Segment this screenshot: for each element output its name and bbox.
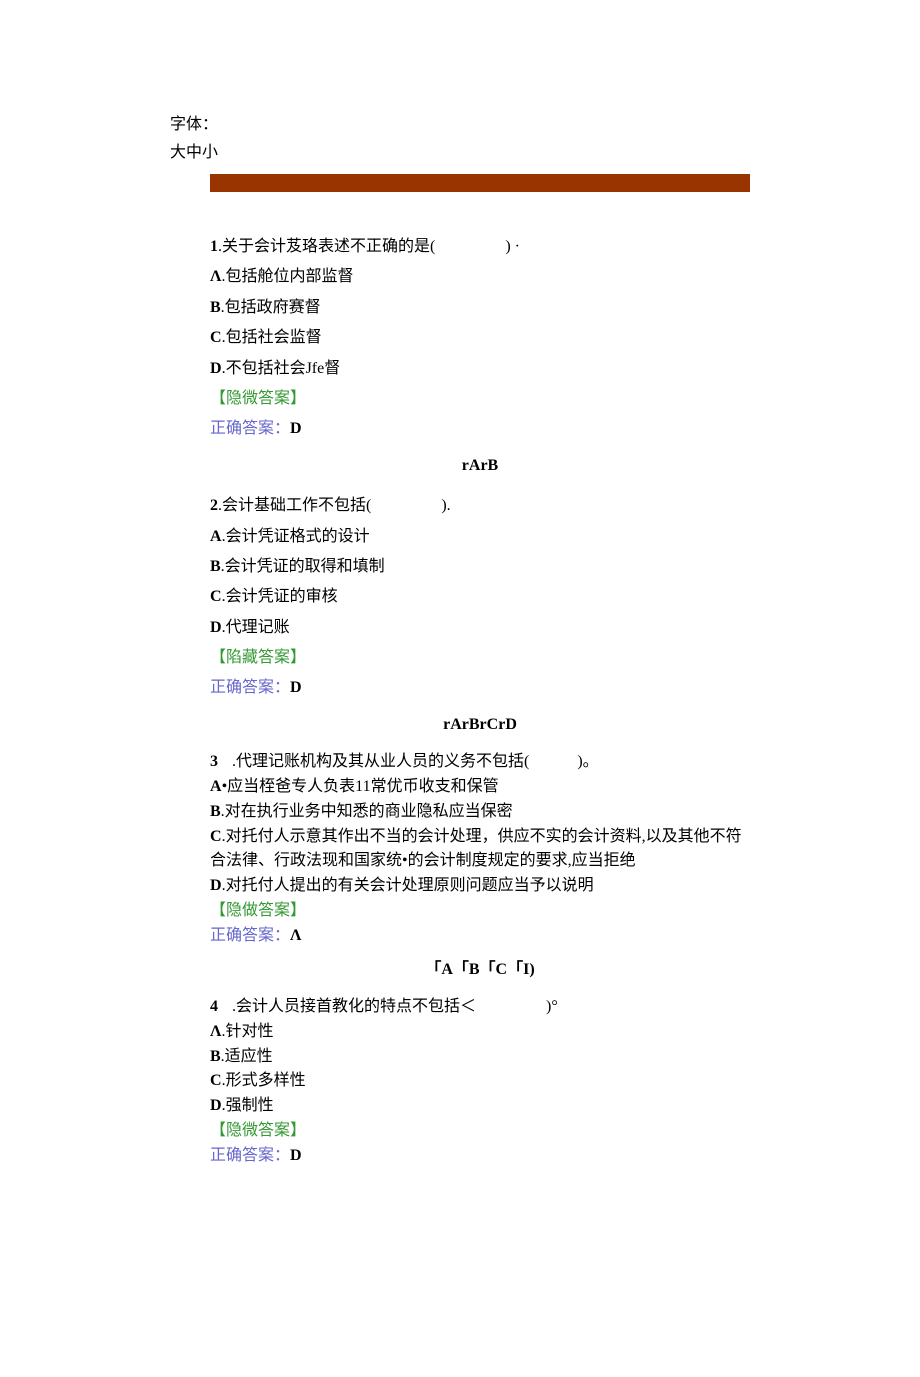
option-a: Λ.针对性 <box>210 1020 750 1045</box>
correct-label: 正确答案： <box>210 679 290 696</box>
toggle-answer-link[interactable]: 【隐微答案】 <box>210 384 750 414</box>
option-b: B.对在执行业务中知悉的商业隐私应当保密 <box>210 800 750 825</box>
correct-label: 正确答案： <box>210 927 290 944</box>
option-text: .针对性 <box>221 1023 273 1040</box>
option-text: .会计凭证的审核 <box>222 588 338 605</box>
option-key: C <box>210 828 222 845</box>
option-text: .形式多样性 <box>222 1072 306 1089</box>
option-key: D <box>210 877 222 894</box>
option-a: A.会计凭证格式的设计 <box>210 522 750 552</box>
option-text: .对托付人提出的有关会计处理原则问题应当予以说明 <box>222 877 594 894</box>
option-d: D.代理记账 <box>210 613 750 643</box>
toggle-answer-link[interactable]: 【隐微答案】 <box>210 1119 750 1144</box>
correct-label: 正确答案： <box>210 420 290 437</box>
question-3: 3 .代理记账机构及其从业人员的义务不包括( )。 A•应当桎爸专人负表11常优币收… <box>210 750 750 985</box>
option-text: .对托付人示意其作出不当的会计处理，供应不实的会计资料,以及其他不符合法律、行政… <box>210 828 742 870</box>
stem-post: ). <box>441 497 450 514</box>
option-text: .包括社会监督 <box>222 329 322 346</box>
question-2: 2.会计基础工作不包括(). A.会计凭证格式的设计 B.会计凭证的取得和填制 … <box>210 491 750 740</box>
stem-pre: .会计基础工作不包括( <box>218 497 371 514</box>
option-key: B <box>210 1048 221 1065</box>
option-text: .包括舱位内部监督 <box>221 268 353 285</box>
option-key: C <box>210 1072 222 1089</box>
option-text: .适应性 <box>221 1048 273 1065</box>
option-text: .会计凭证的取得和填制 <box>221 558 385 575</box>
correct-label: 正确答案： <box>210 1147 290 1164</box>
question-stem: 2.会计基础工作不包括(). <box>210 491 750 521</box>
correct-answer: 正确答案：Λ <box>210 924 750 949</box>
toggle-answer-link[interactable]: 【陷藏答案】 <box>210 643 750 673</box>
option-d: D.对托付人提出的有关会计处理原则问题应当予以说明 <box>210 874 750 899</box>
option-b: B.会计凭证的取得和填制 <box>210 552 750 582</box>
toggle-answer-link[interactable]: 【隐做答案】 <box>210 899 750 924</box>
correct-value: D <box>290 1147 302 1164</box>
font-size-links[interactable]: 大中小 <box>170 138 750 162</box>
stem-post: ) · <box>505 238 520 255</box>
stem-pre: .代理记账机构及其从业人员的义务不包括( <box>232 753 529 770</box>
option-text: .代理记账 <box>222 619 290 636</box>
option-text: .包括政府赛督 <box>221 299 321 316</box>
option-d: D.强制性 <box>210 1094 750 1119</box>
answer-bubbles: rArB <box>210 451 750 481</box>
stem-post: )° <box>546 998 558 1015</box>
option-key: Λ <box>210 1023 221 1040</box>
option-key: D <box>210 360 222 377</box>
correct-answer: 正确答案：D <box>210 414 750 444</box>
option-text: .会计凭证格式的设计 <box>222 528 370 545</box>
question-stem: 4 .会计人员接首教化的特点不包括＜ )° <box>210 995 750 1020</box>
option-key: Λ <box>210 268 221 285</box>
question-number: 1 <box>210 238 218 255</box>
correct-value: D <box>290 679 302 696</box>
font-label: 字体： <box>170 110 750 134</box>
option-c: C.形式多样性 <box>210 1069 750 1094</box>
option-key: A <box>210 778 222 795</box>
option-text: •应当桎爸专人负表11常优币收支和保管 <box>222 778 499 795</box>
option-key: B <box>210 558 221 575</box>
correct-value: D <box>290 420 302 437</box>
correct-value: Λ <box>290 927 301 944</box>
correct-answer: 正确答案：D <box>210 673 750 703</box>
option-text: .对在执行业务中知悉的商业隐私应当保密 <box>221 803 513 820</box>
option-key: C <box>210 588 222 605</box>
stem-pre: .关于会计芨珞表述不正确的是( <box>218 238 435 255</box>
option-text: .强制性 <box>222 1097 274 1114</box>
option-key: D <box>210 1097 222 1114</box>
question-number: 3 <box>210 753 218 770</box>
content-area: 1.关于会计芨珞表述不正确的是() · Λ.包括舱位内部监督 B.包括政府赛督 … <box>210 232 750 1169</box>
section-bar <box>210 174 750 192</box>
answer-bubbles: 「A「B「C「I) <box>210 955 750 985</box>
stem-post: )。 <box>577 753 598 770</box>
option-c: C.包括社会监督 <box>210 323 750 353</box>
question-number: 4 <box>210 998 218 1015</box>
option-c: C.对托付人示意其作出不当的会计处理，供应不实的会计资料,以及其他不符合法律、行… <box>210 825 750 875</box>
option-a: A•应当桎爸专人负表11常优币收支和保管 <box>210 775 750 800</box>
question-stem: 3 .代理记账机构及其从业人员的义务不包括( )。 <box>210 750 750 775</box>
stem-pre: .会计人员接首教化的特点不包括＜ <box>232 998 476 1015</box>
option-key: B <box>210 299 221 316</box>
option-c: C.会计凭证的审核 <box>210 582 750 612</box>
option-a: Λ.包括舱位内部监督 <box>210 262 750 292</box>
question-4: 4.会计人员接首教化的特点不包括＜)° Λ.针对性 B.适应性 C.形式多样性 … <box>210 995 750 1169</box>
question-number: 2 <box>210 497 218 514</box>
answer-bubbles: rArBrCrD <box>210 710 750 740</box>
option-text: .不包括社会Jfe督 <box>222 360 341 377</box>
option-b: B.包括政府赛督 <box>210 293 750 323</box>
option-key: B <box>210 803 221 820</box>
correct-answer: 正确答案：D <box>210 1144 750 1169</box>
question-1: 1.关于会计芨珞表述不正确的是() · Λ.包括舱位内部监督 B.包括政府赛督 … <box>210 232 750 481</box>
option-key: C <box>210 329 222 346</box>
option-d: D.不包括社会Jfe督 <box>210 354 750 384</box>
option-key: D <box>210 619 222 636</box>
question-stem: 1.关于会计芨珞表述不正确的是( ) · <box>210 232 750 262</box>
option-b: B.适应性 <box>210 1045 750 1070</box>
option-key: A <box>210 528 222 545</box>
